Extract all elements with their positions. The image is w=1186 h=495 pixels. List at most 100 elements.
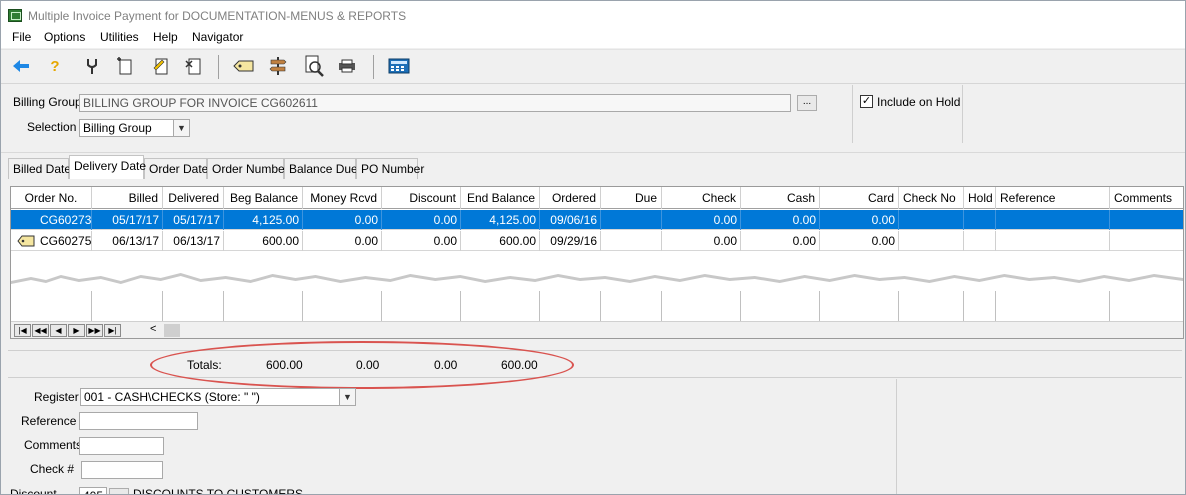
header-divider bbox=[852, 85, 853, 143]
magnifier-icon[interactable] bbox=[303, 55, 325, 77]
reference-label: Reference bbox=[21, 414, 77, 428]
selection-value: Billing Group bbox=[83, 121, 152, 135]
calculator-icon[interactable] bbox=[388, 55, 410, 77]
cell-card: 0.00 bbox=[820, 231, 899, 251]
chevron-down-icon[interactable]: ▼ bbox=[339, 389, 355, 405]
include-on-hold-label: Include on Hold bbox=[877, 95, 961, 109]
cell-due bbox=[601, 231, 662, 251]
prev-page-button[interactable]: ◀◀ bbox=[32, 324, 49, 337]
delete-document-icon[interactable] bbox=[182, 55, 204, 77]
tab-delivery-date[interactable]: Delivery Date bbox=[69, 155, 146, 179]
printer-icon[interactable] bbox=[336, 55, 358, 77]
column-hold[interactable]: Hold bbox=[964, 187, 996, 209]
grid-column-lines bbox=[11, 291, 1183, 321]
next-page-button[interactable]: ▶▶ bbox=[86, 324, 103, 337]
cell-check: 0.00 bbox=[662, 210, 741, 230]
cell-check: 0.00 bbox=[662, 231, 741, 251]
grid-header: Order No. Billed Delivered Beg Balance M… bbox=[11, 187, 1183, 209]
prev-record-button[interactable]: ◀ bbox=[50, 324, 67, 337]
discount-code-field[interactable]: 405 bbox=[79, 487, 107, 494]
column-discount[interactable]: Discount bbox=[382, 187, 461, 209]
chevron-down-icon[interactable]: ▼ bbox=[173, 120, 189, 136]
menu-utilities[interactable]: Utilities bbox=[100, 30, 139, 44]
cell-card: 0.00 bbox=[820, 210, 899, 230]
new-document-icon[interactable] bbox=[113, 55, 135, 77]
scroll-left-arrow[interactable]: < bbox=[150, 323, 156, 335]
column-end-balance[interactable]: End Balance bbox=[461, 187, 540, 209]
grid-line bbox=[995, 291, 996, 321]
column-card[interactable]: Card bbox=[820, 187, 899, 209]
billing-group-lookup-button[interactable]: ... bbox=[797, 95, 817, 111]
title-bar: Multiple Invoice Payment for DOCUMENTATI… bbox=[1, 1, 1185, 29]
tab-balance-due[interactable]: Balance Due bbox=[284, 158, 358, 179]
grid-line bbox=[740, 291, 741, 321]
grid-line bbox=[302, 291, 303, 321]
column-beg-balance[interactable]: Beg Balance bbox=[224, 187, 303, 209]
column-check-no[interactable]: Check No bbox=[899, 187, 964, 209]
last-record-button[interactable]: ▶| bbox=[104, 324, 121, 337]
window-title: Multiple Invoice Payment for DOCUMENTATI… bbox=[28, 9, 407, 23]
tab-billed-date[interactable]: Billed Date bbox=[8, 158, 71, 179]
first-record-button[interactable]: |◀ bbox=[14, 324, 31, 337]
cell-discount: 0.00 bbox=[382, 210, 461, 230]
cell-comments bbox=[1110, 210, 1183, 230]
menu-bar: File Options Utilities Help Navigator bbox=[1, 29, 1185, 48]
table-row[interactable]: CG602736 05/17/17 05/17/17 4,125.00 0.00… bbox=[11, 210, 1183, 230]
header-divider bbox=[962, 85, 963, 143]
help-question-icon[interactable]: ? bbox=[44, 55, 66, 77]
table-row[interactable]: CG602757 06/13/17 06/13/17 600.00 0.00 0… bbox=[11, 231, 1183, 251]
comments-field[interactable] bbox=[79, 437, 164, 455]
edit-document-icon[interactable] bbox=[150, 55, 172, 77]
grid-line bbox=[223, 291, 224, 321]
tag-icon[interactable] bbox=[233, 55, 255, 77]
next-record-button[interactable]: ▶ bbox=[68, 324, 85, 337]
cell-ordered: 09/06/16 bbox=[540, 210, 601, 230]
tuning-fork-icon[interactable] bbox=[81, 55, 103, 77]
toolbar-separator bbox=[373, 55, 374, 79]
column-due[interactable]: Due bbox=[601, 187, 662, 209]
grid-line bbox=[819, 291, 820, 321]
cell-order-no: CG602757 bbox=[11, 231, 92, 251]
grid-line bbox=[381, 291, 382, 321]
cell-money-rcvd: 0.00 bbox=[303, 210, 382, 230]
billing-group-label: Billing Group bbox=[13, 95, 82, 109]
signpost-icon[interactable] bbox=[267, 55, 289, 77]
cell-check-no bbox=[899, 210, 964, 230]
toolbar: ? bbox=[1, 49, 1185, 84]
column-check[interactable]: Check bbox=[662, 187, 741, 209]
column-reference[interactable]: Reference bbox=[996, 187, 1110, 209]
menu-navigator[interactable]: Navigator bbox=[192, 30, 243, 44]
back-arrow-icon[interactable] bbox=[10, 55, 32, 77]
discount-lookup-button[interactable] bbox=[109, 488, 129, 494]
register-label: Register bbox=[34, 390, 79, 404]
column-billed[interactable]: Billed bbox=[92, 187, 163, 209]
tab-order-date[interactable]: Order Date bbox=[144, 158, 208, 179]
column-comments[interactable]: Comments bbox=[1110, 187, 1183, 209]
menu-options[interactable]: Options bbox=[44, 30, 85, 44]
column-ordered[interactable]: Ordered bbox=[540, 187, 601, 209]
selection-dropdown[interactable]: Billing Group ▼ bbox=[79, 119, 190, 137]
billing-group-field[interactable]: BILLING GROUP FOR INVOICE CG602611 bbox=[79, 94, 791, 112]
cell-delivered: 06/13/17 bbox=[163, 231, 224, 251]
column-money-rcvd[interactable]: Money Rcvd bbox=[303, 187, 382, 209]
menu-file[interactable]: File bbox=[12, 30, 31, 44]
cell-hold bbox=[964, 210, 996, 230]
horizontal-scrollbar-thumb[interactable] bbox=[164, 324, 180, 337]
column-order-no[interactable]: Order No. bbox=[11, 187, 92, 209]
comments-label: Comments bbox=[24, 438, 83, 452]
menu-help[interactable]: Help bbox=[153, 30, 178, 44]
register-dropdown[interactable]: 001 - CASH\CHECKS (Store: " ") ▼ bbox=[80, 388, 356, 406]
cell-reference bbox=[996, 210, 1110, 230]
grid-line bbox=[162, 291, 163, 321]
column-cash[interactable]: Cash bbox=[741, 187, 820, 209]
column-delivered[interactable]: Delivered bbox=[163, 187, 224, 209]
grid-line bbox=[963, 291, 964, 321]
tab-po-number[interactable]: PO Number bbox=[356, 158, 424, 179]
include-on-hold-checkbox[interactable]: ✓ bbox=[860, 95, 873, 108]
invoice-grid: Order No. Billed Delivered Beg Balance M… bbox=[10, 186, 1184, 339]
check-number-field[interactable] bbox=[81, 461, 163, 479]
discount-label: Discount ... bbox=[10, 487, 71, 495]
grid-navigator: |◀ ◀◀ ◀ ▶ ▶▶ ▶| < bbox=[11, 321, 1183, 338]
tab-order-number[interactable]: Order Number bbox=[207, 158, 289, 179]
reference-field[interactable] bbox=[79, 412, 198, 430]
